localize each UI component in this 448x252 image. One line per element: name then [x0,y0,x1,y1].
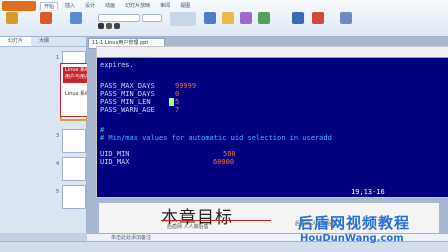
config-key: UID_MIN [100,150,130,158]
config-key: PASS_WARN_AGE [100,106,155,114]
tab-slides[interactable]: 幻灯片 [0,37,32,46]
ribbon-tab-review[interactable]: 审阅 [157,2,173,10]
config-value: 0 [175,90,180,98]
terminal-titlebar[interactable]: root@localhost:~ [97,47,448,64]
arrange-icon[interactable] [240,12,252,24]
select-icon[interactable] [340,12,352,24]
screen: 开始 插入 设计 动画 幻灯片放映 审阅 视图 幻灯片 大纲 1 3 4 5 L… [0,0,448,252]
config-value: 7 [175,106,180,114]
cursor-position: 19,13-16 [351,188,385,196]
ribbon-tab-animation[interactable]: 动画 [102,2,118,10]
layout-icon[interactable] [70,12,82,24]
ribbon-tab-insert[interactable]: 插入 [62,2,78,10]
slide-thumbnail[interactable] [62,185,86,209]
terminal-window[interactable]: root@localhost:~ expires. PASS_MAX_DAYS … [96,46,448,198]
slide-divider [161,220,271,221]
config-value: 99999 [175,82,197,90]
paste-icon[interactable] [6,12,18,24]
slide-number: 4 [56,161,60,167]
bold-icon[interactable] [98,23,104,29]
terminal-line: expires. [100,61,134,69]
ribbon-tab-slideshow[interactable]: 幻灯片放映 [122,2,153,10]
config-value: 60000 [213,158,235,166]
ribbon-tab-design[interactable]: 设计 [82,2,98,10]
underline-icon[interactable] [114,23,120,29]
find-icon[interactable] [292,12,304,24]
font-select[interactable] [98,14,140,22]
slide-subtitle: 后盾网 人人做后盾 [167,224,209,230]
replace-icon[interactable] [312,12,324,24]
slide-number: 3 [56,133,60,139]
paragraph-group[interactable] [170,12,196,26]
panel-tabs: 幻灯片 大纲 [0,37,86,47]
italic-icon[interactable] [106,23,112,29]
config-key: PASS_MAX_DAYS [100,82,155,90]
text-cursor [169,98,174,106]
tab-outline[interactable]: 大纲 [31,37,57,46]
config-key: PASS_MIN_LEN [100,98,151,106]
slide-number: 5 [56,189,60,195]
font-size-select[interactable] [142,14,162,22]
config-value: 5 [175,98,180,106]
style-icon[interactable] [258,12,270,24]
comment-line: # [100,126,105,134]
config-value: 500 [223,150,236,158]
ribbon-tab-view[interactable]: 视图 [177,2,193,10]
textbox-icon[interactable] [204,12,216,24]
ribbon-tabs: 开始 插入 设计 动画 幻灯片放映 审阅 视图 [40,2,193,10]
slide-thumbnail[interactable] [62,157,86,181]
ribbon: 开始 插入 设计 动画 幻灯片放映 审阅 视图 [0,0,448,37]
config-key: UID_MAX [100,158,130,166]
shape-icon[interactable] [222,12,234,24]
config-key: PASS_MIN_DAYS [100,90,155,98]
wps-logo-icon[interactable] [2,1,36,11]
comment-line: # Min/max values for automatic uid selec… [100,134,332,142]
watermark-url: HouDunWang.com [300,233,404,244]
watermark-text: 后盾网视频教程 [298,214,411,232]
slide-number: 1 [56,55,60,61]
slide-thumbnail[interactable] [62,129,86,153]
new-slide-icon[interactable] [40,12,52,24]
terminal-body[interactable]: expires. PASS_MAX_DAYS 99999 PASS_MIN_DA… [97,58,448,197]
ribbon-tab-home[interactable]: 开始 [40,2,59,10]
